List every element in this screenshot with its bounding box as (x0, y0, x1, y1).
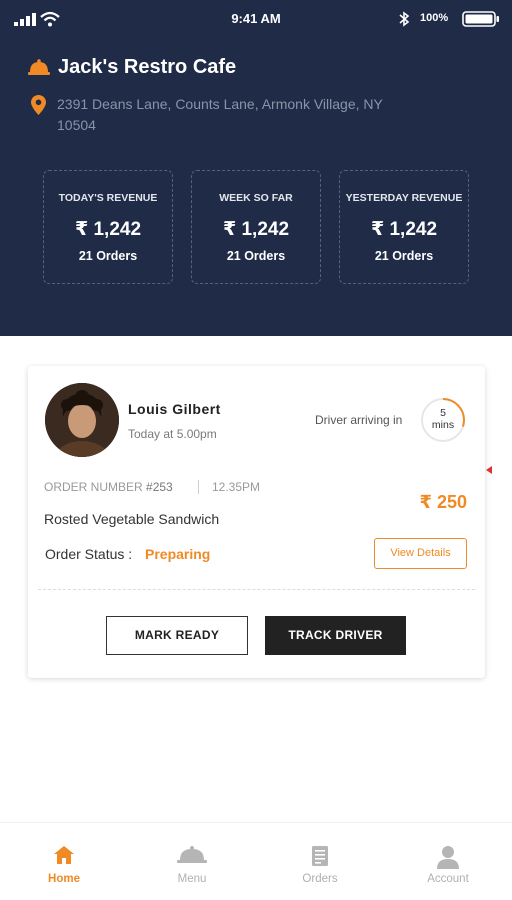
driver-arriving-label: Driver arriving in (315, 413, 403, 427)
user-icon (437, 846, 459, 869)
tab-label: Home (48, 873, 80, 885)
order-number: ORDER NUMBER #253 (44, 480, 173, 494)
order-status-label: Order Status : (45, 546, 133, 562)
order-time: 12.35PM (212, 480, 261, 494)
location-pin-icon (31, 95, 46, 115)
stat-week-so-far: WEEK SO FAR ₹ 1,242 21 Orders (191, 170, 321, 284)
receipt-icon (312, 846, 328, 866)
tab-label: Account (427, 873, 469, 885)
tab-label: Menu (177, 873, 207, 885)
tab-menu[interactable]: Menu (128, 823, 256, 900)
battery-icon (462, 11, 499, 27)
cloche-icon (28, 59, 50, 75)
home-icon (54, 846, 74, 864)
edge-indicator (486, 466, 492, 474)
order-number-label: ORDER NUMBER (44, 480, 143, 494)
order-scheduled-time: Today at 5.00pm (128, 427, 217, 441)
order-price: ₹ 250 (419, 492, 467, 512)
restaurant-name: Jack's Restro Cafe (58, 56, 237, 78)
stat-value: ₹ 1,242 (370, 219, 438, 240)
stat-title: WEEK SO FAR (219, 192, 293, 204)
status-bar: 9:41 AM 100% (0, 0, 512, 38)
timer-unit: mins (431, 419, 455, 431)
battery-percent: 100% (420, 12, 449, 24)
stat-value: ₹ 1,242 (222, 219, 290, 240)
track-driver-button[interactable]: TRACK DRIVER (265, 616, 406, 655)
stat-orders: 21 Orders (78, 249, 138, 263)
mark-ready-button[interactable]: MARK READY (106, 616, 248, 655)
cloche-icon (177, 846, 207, 863)
customer-avatar (45, 383, 119, 457)
restaurant-address: 2391 Deans Lane, Counts Lane, Armonk Vil… (57, 96, 383, 133)
bluetooth-icon (399, 11, 410, 27)
view-details-button[interactable]: View Details (374, 538, 467, 569)
order-item: Rosted Vegetable Sandwich (44, 511, 220, 527)
timer-label: 5 mins (419, 407, 467, 431)
order-card[interactable]: Louis Gilbert Today at 5.00pm Driver arr… (28, 366, 485, 678)
stat-today-revenue: TODAY'S REVENUE ₹ 1,242 21 Orders (43, 170, 173, 284)
order-number-value: #253 (146, 480, 173, 494)
stat-title: YESTERDAY REVENUE (345, 192, 463, 204)
bottom-tab-bar: Home Menu Orders Account (0, 822, 512, 900)
stat-title: TODAY'S REVENUE (58, 192, 158, 204)
stat-yesterday-revenue: YESTERDAY REVENUE ₹ 1,242 21 Orders (339, 170, 469, 284)
tab-orders[interactable]: Orders (256, 823, 384, 900)
tab-account[interactable]: Account (384, 823, 512, 900)
stat-orders: 21 Orders (374, 249, 434, 263)
stat-orders: 21 Orders (226, 249, 286, 263)
stat-value: ₹ 1,242 (74, 219, 142, 240)
order-separator (198, 480, 199, 494)
order-status-value: Preparing (145, 546, 211, 562)
timer-value: 5 (440, 407, 446, 419)
restaurant-header: 9:41 AM 100% Jack's Restro Cafe 2391 Dea… (0, 0, 512, 336)
tab-home[interactable]: Home (0, 823, 128, 900)
tab-label: Orders (302, 873, 338, 885)
card-divider (38, 589, 475, 590)
customer-name: Louis Gilbert (128, 401, 221, 417)
